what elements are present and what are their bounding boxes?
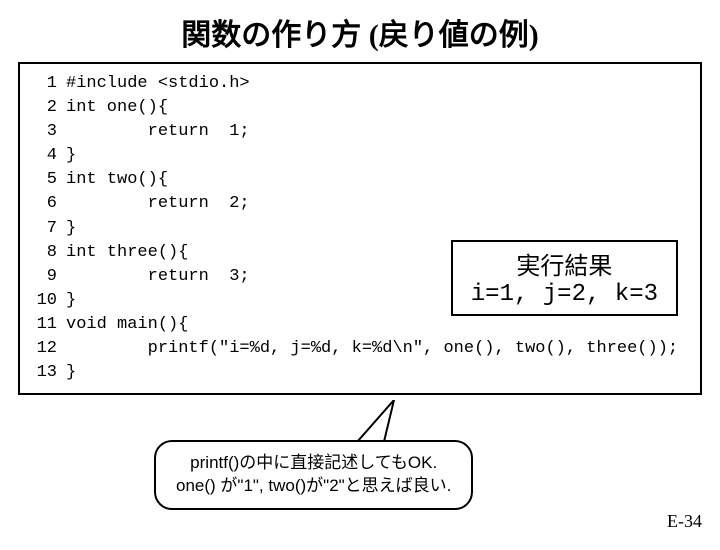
line-number: 13 — [30, 361, 65, 385]
callout-box: printf()の中に直接記述してもOK. one() が"1", two()が… — [154, 440, 473, 510]
line-code: void main(){ — [65, 313, 679, 337]
code-line: 5int two(){ — [30, 168, 679, 192]
page-number: E-34 — [667, 511, 702, 532]
line-code: } — [65, 361, 679, 385]
line-code: } — [65, 144, 679, 168]
code-box: 1#include <stdio.h>2int one(){3 return 1… — [18, 62, 702, 395]
line-code: int two(){ — [65, 168, 679, 192]
code-line: 6 return 2; — [30, 192, 679, 216]
line-code: return 2; — [65, 192, 679, 216]
line-number: 6 — [30, 192, 65, 216]
line-code: return 1; — [65, 120, 679, 144]
code-line: 12 printf("i=%d, j=%d, k=%d\n", one(), t… — [30, 337, 679, 361]
line-code: #include <stdio.h> — [65, 72, 679, 96]
code-line: 13} — [30, 361, 679, 385]
line-number: 7 — [30, 217, 65, 241]
line-number: 2 — [30, 96, 65, 120]
code-line: 7} — [30, 217, 679, 241]
line-code: int one(){ — [65, 96, 679, 120]
line-number: 11 — [30, 313, 65, 337]
code-line: 11void main(){ — [30, 313, 679, 337]
callout-line1: printf()の中に直接記述してもOK. — [176, 452, 451, 475]
line-number: 3 — [30, 120, 65, 144]
result-box: 実行結果 i=1, j=2, k=3 — [451, 240, 678, 316]
code-listing: 1#include <stdio.h>2int one(){3 return 1… — [30, 72, 679, 385]
code-line: 3 return 1; — [30, 120, 679, 144]
line-number: 1 — [30, 72, 65, 96]
callout-line2: one() が"1", two()が"2"と思えば良い. — [176, 475, 451, 498]
code-line: 1#include <stdio.h> — [30, 72, 679, 96]
line-number: 5 — [30, 168, 65, 192]
code-line: 4} — [30, 144, 679, 168]
line-number: 8 — [30, 241, 65, 265]
line-code: printf("i=%d, j=%d, k=%d\n", one(), two(… — [65, 337, 679, 361]
result-title: 実行結果 — [471, 246, 658, 281]
line-number: 9 — [30, 265, 65, 289]
line-code: } — [65, 217, 679, 241]
slide-title: 関数の作り方 (戻り値の例) — [0, 10, 720, 54]
line-number: 10 — [30, 289, 65, 313]
line-number: 4 — [30, 144, 65, 168]
line-number: 12 — [30, 337, 65, 361]
result-text: i=1, j=2, k=3 — [471, 281, 658, 308]
code-line: 2int one(){ — [30, 96, 679, 120]
